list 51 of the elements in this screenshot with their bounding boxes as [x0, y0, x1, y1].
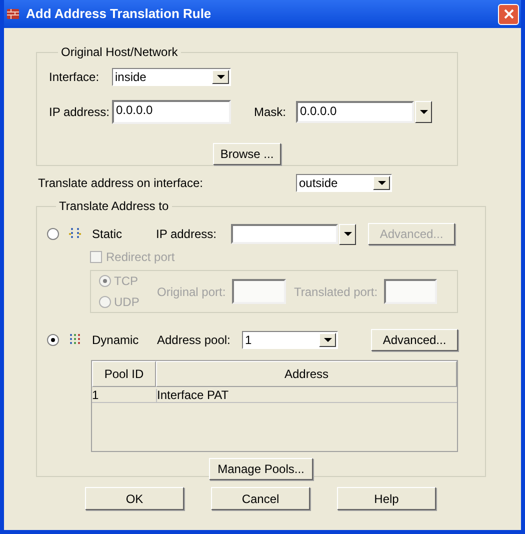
dialog-button[interactable]: OK [85, 487, 184, 510]
window-title: Add Address Translation Rule [26, 5, 212, 24]
caret-icon [344, 232, 352, 236]
option-label: UDP [114, 294, 140, 311]
caret-icon [216, 75, 224, 79]
dropdown-button[interactable] [339, 224, 356, 244]
caret-icon [324, 338, 332, 342]
dropdown[interactable]: 1 [242, 331, 338, 349]
dropdown[interactable]: outside [296, 174, 392, 192]
group-title: Translate Address to [58, 198, 170, 215]
manage-pools-button[interactable]: Manage Pools... [209, 458, 313, 480]
option-label: Dynamic [92, 332, 140, 349]
field-label: Original port: [157, 284, 227, 300]
option-label: TCP [114, 273, 138, 290]
column-header[interactable]: Pool ID [92, 361, 156, 387]
field-label: Address pool: [157, 332, 232, 349]
dialog-button[interactable]: Cancel [211, 487, 310, 510]
checkbox-label: Redirect port [106, 249, 175, 266]
table-cell: 1 [92, 389, 157, 402]
dropdown-button[interactable] [373, 176, 390, 190]
field-label: IP address: [156, 226, 218, 243]
browse-button[interactable]: Browse ... [213, 143, 281, 165]
column-header[interactable]: Address [156, 361, 457, 387]
close-button[interactable] [498, 4, 519, 24]
field-label: Interface: [49, 69, 100, 86]
close-icon [504, 9, 514, 19]
radio-button[interactable] [47, 228, 59, 240]
dotted-lines-icon [68, 227, 82, 241]
dialog-button[interactable]: Help [337, 487, 436, 510]
dropdown-button[interactable] [415, 101, 432, 123]
dotted-grid-icon [68, 333, 82, 347]
field-label: Mask: [254, 104, 288, 121]
input-field[interactable] [231, 224, 338, 244]
field-label: Translated port: [294, 284, 379, 300]
field-label: IP address: [49, 104, 110, 121]
input-field[interactable] [232, 279, 286, 304]
advanced-button[interactable]: Advanced... [371, 329, 458, 351]
group-title: Original Host/Network [60, 44, 179, 61]
field-label: Translate address on interface: [38, 175, 204, 192]
input-field[interactable] [384, 279, 437, 304]
table-cell-text: Interface PAT [157, 389, 230, 402]
caret-icon [420, 110, 428, 114]
caret-icon [378, 181, 386, 185]
radio-button[interactable] [47, 334, 59, 346]
dropdown[interactable]: inside [112, 68, 231, 86]
dropdown-button[interactable] [212, 70, 229, 84]
dropdown-button[interactable] [319, 333, 336, 347]
input-field[interactable]: 0.0.0.0 [296, 101, 414, 123]
input-field[interactable]: 0.0.0.0 [112, 100, 231, 124]
option-label: Static [92, 226, 124, 243]
firewall-icon [6, 7, 20, 21]
